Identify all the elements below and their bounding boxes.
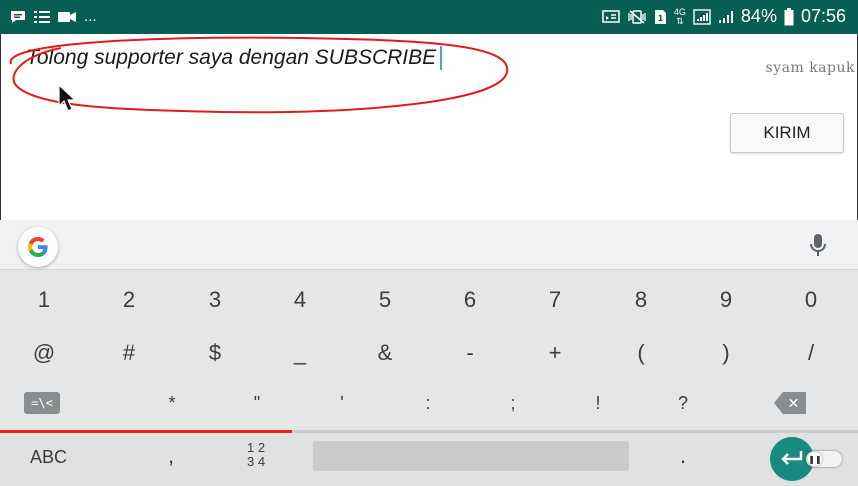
numpad-key-bottom: 3 4 bbox=[247, 454, 266, 469]
punctuation-key-6[interactable]: ? bbox=[653, 380, 713, 426]
svg-text:1: 1 bbox=[658, 14, 664, 23]
enter-arrow-icon bbox=[781, 451, 803, 465]
numpad-key[interactable]: 1 2 3 4 bbox=[247, 441, 265, 469]
number-key-2[interactable]: 3 bbox=[185, 277, 245, 323]
symbol-key-1[interactable]: # bbox=[99, 330, 159, 376]
key-row-bottom: ABC , 1 2 3 4 . ❚❚ bbox=[0, 433, 858, 486]
google-icon[interactable] bbox=[18, 227, 58, 267]
punctuation-key-1[interactable]: " bbox=[227, 380, 287, 426]
video-camera-icon bbox=[58, 11, 76, 23]
status-bar-notifications: ... bbox=[10, 8, 97, 25]
symbol-key-9[interactable]: / bbox=[781, 330, 841, 376]
punctuation-key-4[interactable]: ; bbox=[483, 380, 543, 426]
key-row-punctuation: =\< ✕ * " ':;!? bbox=[0, 380, 858, 430]
vibrate-mute-icon bbox=[627, 9, 647, 25]
status-bar-system: 1 4G ⇅ 84% 07:56 bbox=[602, 6, 846, 27]
mouse-pointer-icon bbox=[58, 84, 77, 112]
key-row-numbers: 1234567890 bbox=[0, 277, 858, 327]
send-button[interactable]: KIRIM bbox=[730, 113, 844, 153]
sim-card-icon: 1 bbox=[654, 9, 667, 25]
number-key-3[interactable]: 4 bbox=[270, 277, 330, 323]
symbol-key-0[interactable]: @ bbox=[14, 330, 74, 376]
wifi-box-signal-icon bbox=[693, 8, 711, 25]
number-key-5[interactable]: 6 bbox=[440, 277, 500, 323]
number-key-1[interactable]: 2 bbox=[99, 277, 159, 323]
symbol-key-2[interactable]: $ bbox=[185, 330, 245, 376]
compose-area: Tolong supporter saya dengan SUBSCRIBE s… bbox=[0, 34, 858, 220]
number-key-0[interactable]: 1 bbox=[14, 277, 74, 323]
punctuation-key-2[interactable]: ' bbox=[312, 380, 372, 426]
signal-icon bbox=[718, 9, 734, 25]
microphone-icon[interactable] bbox=[808, 233, 828, 264]
number-key-4[interactable]: 5 bbox=[355, 277, 415, 323]
message-text: Tolong supporter saya dengan SUBSCRIBE bbox=[26, 46, 437, 69]
data-arrows-icon: ⇅ bbox=[676, 15, 684, 26]
network-type-icon: 4G ⇅ bbox=[674, 7, 686, 26]
number-key-6[interactable]: 7 bbox=[525, 277, 585, 323]
key-row-symbols: @ # $ _ & - + () / bbox=[0, 330, 858, 380]
clock: 07:56 bbox=[800, 6, 846, 26]
number-key-7[interactable]: 8 bbox=[611, 277, 671, 323]
numpad-key-top: 1 2 bbox=[247, 440, 266, 455]
keyboard-suggestion-bar bbox=[0, 220, 858, 270]
space-key[interactable] bbox=[313, 441, 629, 471]
autoplay-toggle[interactable]: ❚❚ bbox=[806, 451, 842, 467]
keyboard: 1234567890 @ # $ _ & - + () / =\< ✕ * " ':;!? ABC … bbox=[0, 220, 858, 486]
backspace-icon: ✕ bbox=[774, 392, 806, 414]
cast-icon bbox=[602, 9, 620, 24]
battery-percent: 84% bbox=[740, 6, 777, 26]
number-key-8[interactable]: 9 bbox=[696, 277, 756, 323]
chat-notification-icon bbox=[10, 10, 26, 24]
punctuation-key-0[interactable]: * bbox=[142, 380, 202, 426]
pause-icon: ❚❚ bbox=[808, 452, 822, 466]
symbols-toggle-key[interactable]: =\< bbox=[12, 380, 72, 426]
symbol-key-3[interactable]: _ bbox=[270, 330, 330, 376]
comma-key[interactable]: , bbox=[168, 443, 174, 469]
symbol-key-4[interactable]: & bbox=[355, 330, 415, 376]
more-notifications: ... bbox=[84, 8, 97, 25]
symbol-key-6[interactable]: + bbox=[525, 330, 585, 376]
period-key[interactable]: . bbox=[680, 443, 686, 469]
status-bar: ... 1 4G ⇅ 84% 07:56 bbox=[0, 0, 858, 34]
symbol-key-5[interactable]: - bbox=[440, 330, 500, 376]
battery-icon bbox=[784, 7, 794, 26]
number-key-9[interactable]: 0 bbox=[781, 277, 841, 323]
symbol-key-7[interactable]: ( bbox=[611, 330, 671, 376]
symbols-toggle-label: =\< bbox=[24, 392, 60, 414]
symbol-key-8[interactable]: ) bbox=[696, 330, 756, 376]
backspace-key[interactable]: ✕ bbox=[760, 380, 820, 426]
message-input[interactable]: Tolong supporter saya dengan SUBSCRIBE bbox=[26, 46, 443, 71]
punctuation-key-3[interactable]: : bbox=[398, 380, 458, 426]
text-cursor bbox=[440, 46, 443, 71]
watermark: syam kapuk bbox=[765, 60, 855, 76]
abc-key[interactable]: ABC bbox=[30, 447, 67, 468]
punctuation-key-5[interactable]: ! bbox=[568, 380, 628, 426]
list-icon bbox=[34, 10, 50, 24]
